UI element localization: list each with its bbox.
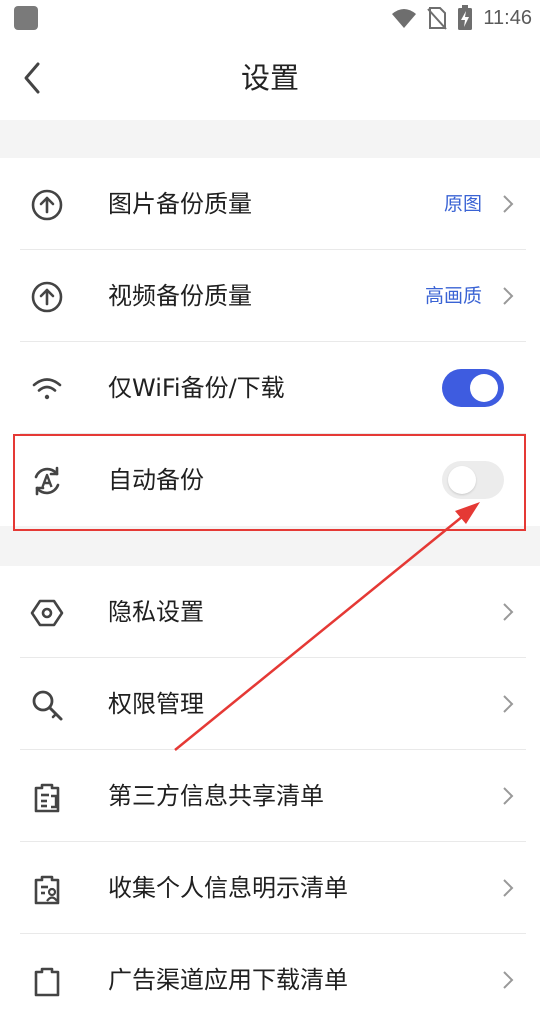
section-divider <box>0 526 540 566</box>
setting-label: 自动备份 <box>108 466 204 494</box>
status-icons: 11:46 <box>391 4 532 32</box>
privacy-icon <box>30 599 64 627</box>
no-sim-icon <box>427 7 448 30</box>
chevron-right-icon <box>503 603 514 621</box>
chevron-right-icon <box>503 971 514 989</box>
chevron-right-icon <box>503 195 514 213</box>
setting-label: 第三方信息共享清单 <box>108 782 324 810</box>
setting-third-party[interactable]: 第三方信息共享清单 <box>0 750 540 842</box>
key-search-icon <box>32 690 63 721</box>
chevron-right-icon <box>503 695 514 713</box>
personal-info-icon <box>34 875 60 905</box>
setting-photo-quality[interactable]: 图片备份质量 原图 <box>0 158 540 250</box>
setting-label: 收集个人信息明示清单 <box>108 874 348 902</box>
upload-circle-icon <box>31 189 63 221</box>
section-divider <box>0 120 540 158</box>
setting-value: 原图 <box>443 193 482 215</box>
setting-label: 广告渠道应用下载清单 <box>108 966 348 994</box>
upload-circle-icon <box>31 281 63 313</box>
setting-label: 视频备份质量 <box>108 282 252 310</box>
wifi-signal-icon <box>392 9 417 28</box>
setting-video-quality[interactable]: 视频备份质量 高画质 <box>0 250 540 342</box>
chevron-right-icon <box>503 879 514 897</box>
setting-label: 权限管理 <box>108 690 204 718</box>
page-title: 设置 <box>240 61 299 95</box>
auto-sync-icon <box>34 466 60 496</box>
nav-bar: 设置 <box>0 36 540 120</box>
setting-value: 高画质 <box>424 285 482 307</box>
status-bar: 11:46 <box>0 0 540 36</box>
status-time: 11:46 <box>483 6 532 29</box>
wifi-icon <box>32 378 62 400</box>
setting-label: 仅WiFi备份/下载 <box>108 374 285 402</box>
setting-label: 图片备份质量 <box>108 190 252 218</box>
setting-privacy[interactable]: 隐私设置 <box>0 566 540 658</box>
setting-personal-info[interactable]: 收集个人信息明示清单 <box>0 842 540 934</box>
setting-auto-backup: 自动备份 <box>0 434 540 526</box>
chevron-right-icon <box>503 787 514 805</box>
setting-wifi-only: 仅WiFi备份/下载 <box>0 342 540 434</box>
setting-ad-downloads[interactable]: 广告渠道应用下载清单 <box>0 934 540 1026</box>
battery-charging-icon <box>458 5 473 30</box>
toggle-knob <box>448 466 476 494</box>
toggle-knob <box>470 374 498 402</box>
setting-label: 隐私设置 <box>108 598 204 626</box>
app-notification-icon <box>14 6 38 30</box>
share-list-icon <box>34 783 60 813</box>
wifi-only-toggle[interactable] <box>442 369 504 407</box>
setting-permissions[interactable]: 权限管理 <box>0 658 540 750</box>
auto-backup-toggle[interactable] <box>442 461 504 499</box>
download-list-icon <box>34 967 60 997</box>
chevron-right-icon <box>503 287 514 305</box>
